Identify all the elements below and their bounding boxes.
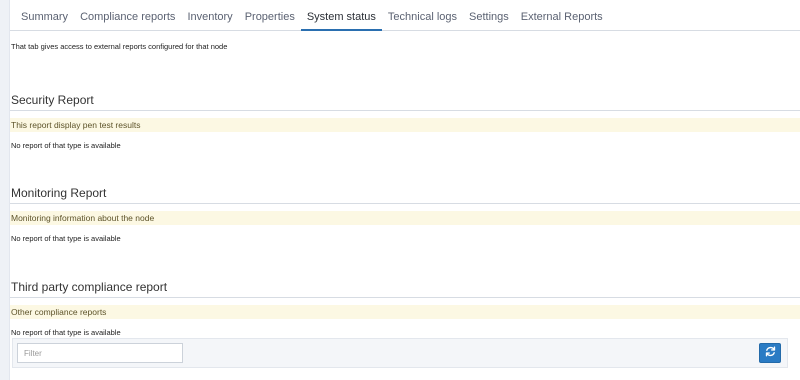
empty-report-note: No report of that type is available bbox=[11, 328, 121, 337]
report-table-header bbox=[12, 368, 788, 380]
tab-settings[interactable]: Settings bbox=[463, 0, 515, 31]
third-party-compliance-section: Third party compliance report Other comp… bbox=[10, 277, 800, 338]
main-content: Summary Compliance reports Inventory Pro… bbox=[10, 0, 800, 380]
tab-bar: Summary Compliance reports Inventory Pro… bbox=[10, 0, 800, 31]
refresh-button[interactable] bbox=[759, 343, 781, 363]
filter-input[interactable] bbox=[17, 343, 183, 363]
tab-technical-logs[interactable]: Technical logs bbox=[382, 0, 463, 31]
intro-text: That tab gives access to external report… bbox=[11, 42, 228, 51]
tab-system-status[interactable]: System status bbox=[300, 0, 382, 31]
node-details-page: Summary Compliance reports Inventory Pro… bbox=[0, 0, 800, 380]
section-title: Monitoring Report bbox=[11, 186, 107, 200]
tab-properties[interactable]: Properties bbox=[239, 0, 301, 31]
monitoring-report-section: Monitoring Report Monitoring information… bbox=[10, 183, 800, 244]
report-table-toolbar bbox=[12, 338, 788, 368]
section-divider bbox=[10, 297, 800, 298]
refresh-icon bbox=[765, 344, 776, 362]
tab-compliance-reports[interactable]: Compliance reports bbox=[74, 0, 181, 31]
security-report-section: Security Report This report display pen … bbox=[10, 90, 800, 151]
section-title: Security Report bbox=[11, 93, 94, 107]
section-divider bbox=[10, 110, 800, 111]
tab-summary[interactable]: Summary bbox=[15, 0, 74, 31]
section-title: Third party compliance report bbox=[11, 280, 168, 294]
empty-report-note: No report of that type is available bbox=[11, 234, 121, 243]
section-divider bbox=[10, 203, 800, 204]
section-description: This report display pen test results bbox=[10, 118, 800, 132]
section-description: Monitoring information about the node bbox=[10, 211, 800, 225]
tab-inventory[interactable]: Inventory bbox=[181, 0, 238, 31]
section-description: Other compliance reports bbox=[10, 305, 800, 319]
tab-external-reports[interactable]: External Reports bbox=[515, 0, 609, 31]
left-rail bbox=[0, 0, 10, 380]
empty-report-note: No report of that type is available bbox=[11, 141, 121, 150]
